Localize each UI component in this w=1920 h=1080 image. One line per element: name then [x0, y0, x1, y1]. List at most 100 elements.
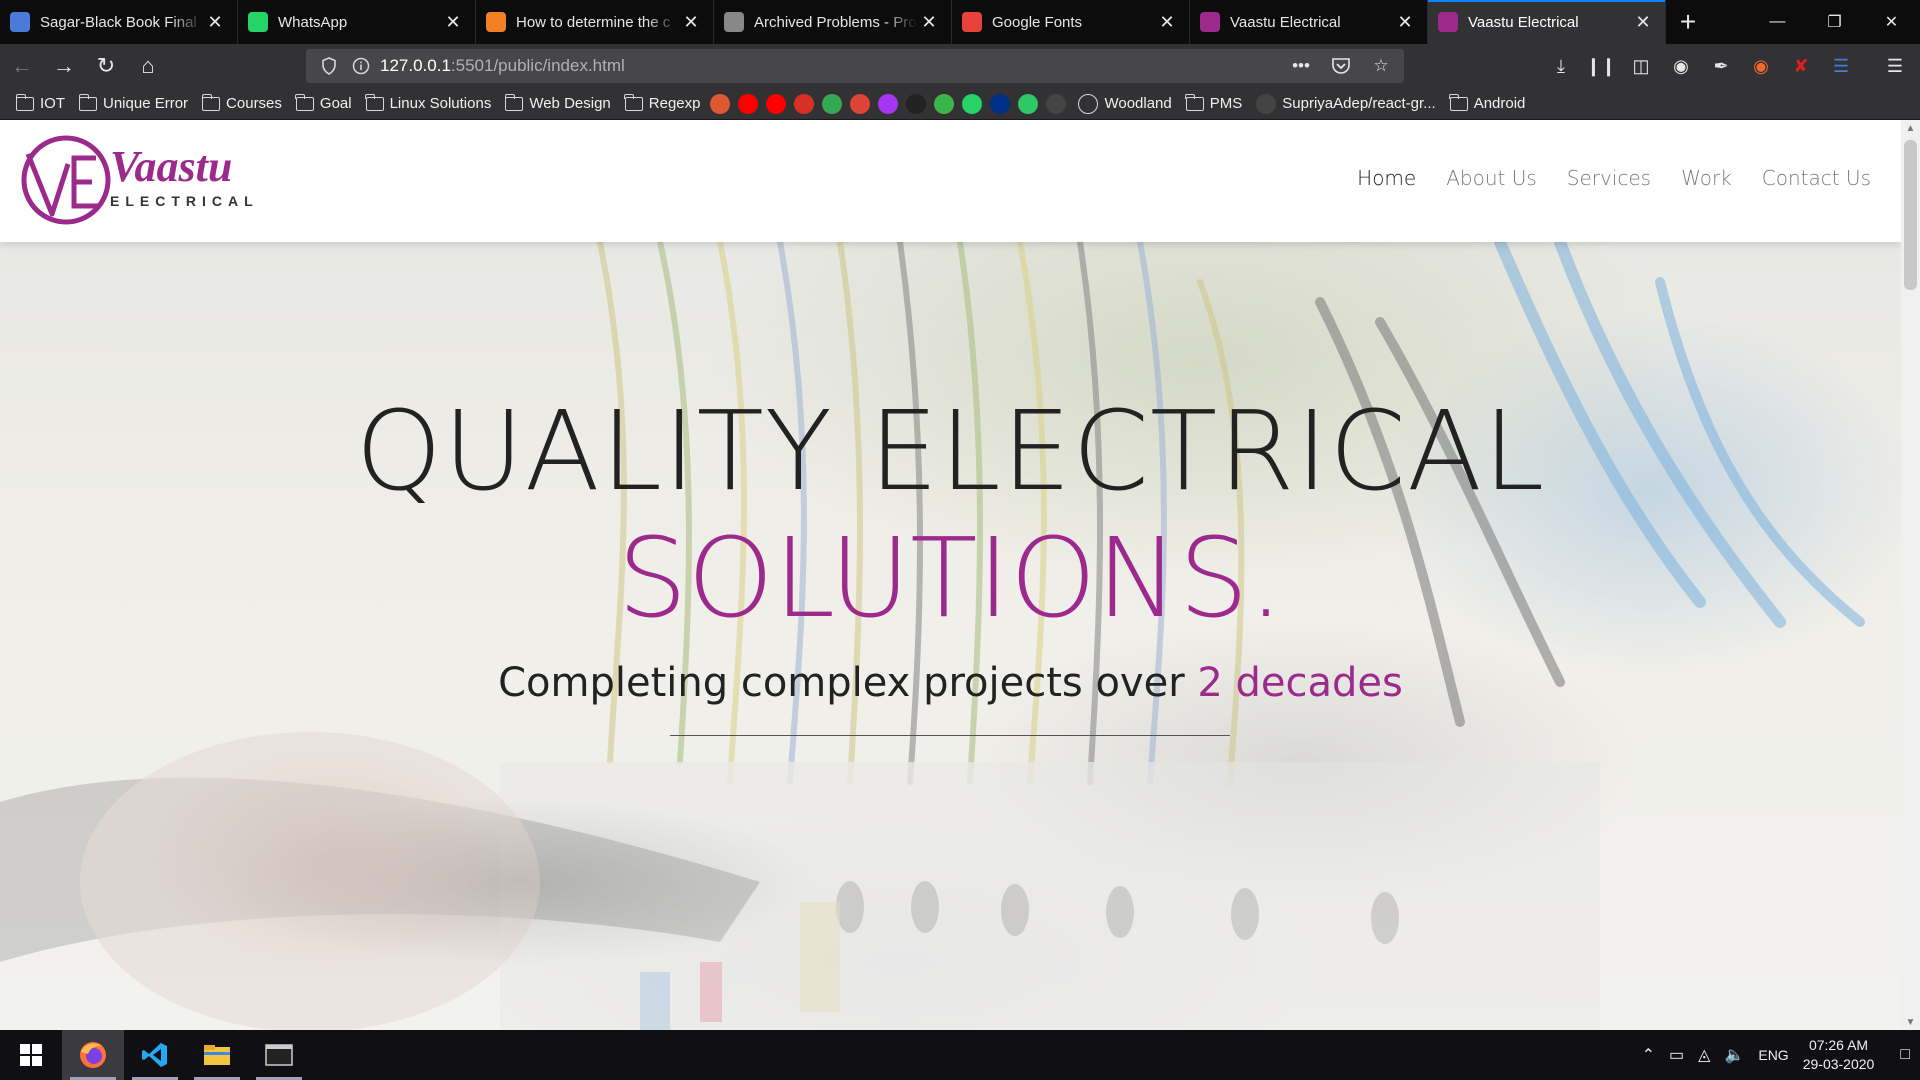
browser-tab[interactable]: How to determine the c ✕ — [476, 0, 714, 44]
nav-work[interactable]: Work — [1681, 166, 1732, 190]
tab-title: Google Fonts — [992, 13, 1083, 31]
start-button[interactable] — [0, 1030, 62, 1080]
docs-icon — [10, 12, 30, 32]
close-tab-icon[interactable]: ✕ — [1393, 10, 1417, 34]
browser-tab[interactable]: Vaastu Electrical ✕ — [1190, 0, 1428, 44]
browser-tab[interactable]: Sagar-Black Book Final ✕ — [0, 0, 238, 44]
tracking-shield-icon[interactable] — [316, 53, 342, 79]
notifications-icon[interactable]: □ — [1900, 1046, 1910, 1064]
bookmarks-bar: IOT Unique Error Courses Goal Linux Solution… — [0, 88, 1920, 120]
projecteuler-icon — [724, 12, 744, 32]
menu-icon[interactable]: ☰ — [1879, 50, 1911, 82]
site-info-icon[interactable] — [348, 53, 374, 79]
colorpick-extension-icon[interactable]: ✘ — [1785, 50, 1817, 82]
page-actions-icon[interactable]: ••• — [1286, 53, 1316, 79]
nav-contact-us[interactable]: Contact Us — [1762, 166, 1871, 190]
bookmark-label: Android — [1473, 95, 1526, 112]
bookmark-item[interactable]: Woodland — [1074, 90, 1175, 118]
volume-icon[interactable]: 🔈 — [1724, 1045, 1744, 1065]
battery-icon[interactable]: ▭ — [1669, 1045, 1684, 1065]
bookmark-item[interactable]: Web Design — [501, 90, 614, 118]
bookmark-item[interactable]: Courses — [198, 90, 286, 118]
close-tab-icon[interactable]: ✕ — [1631, 10, 1655, 34]
wifi-icon[interactable]: ◬ — [1698, 1045, 1710, 1065]
taskbar-firefox[interactable] — [62, 1030, 124, 1080]
nav-about-us[interactable]: About Us — [1446, 166, 1537, 190]
taskbar-file-explorer[interactable] — [186, 1030, 248, 1080]
home-button[interactable]: ⌂ — [128, 48, 168, 84]
url-path: :5501/public/index.html — [450, 56, 625, 75]
chrome-bookmark-icon[interactable] — [850, 93, 871, 114]
scroll-down-icon[interactable]: ▼ — [1901, 1014, 1920, 1030]
bookmark-star-icon[interactable]: ☆ — [1366, 53, 1396, 79]
back-button[interactable]: ← — [2, 48, 42, 84]
close-tab-icon[interactable]: ✕ — [1155, 10, 1179, 34]
bookmark-item[interactable]: Linux Solutions — [362, 90, 496, 118]
eyedropper-icon[interactable]: ✒ — [1705, 50, 1737, 82]
show-hidden-icons-icon[interactable]: ⌃ — [1642, 1045, 1655, 1065]
forward-button[interactable]: → — [44, 48, 84, 84]
udemy-bookmark-icon[interactable] — [878, 93, 899, 114]
url-bar[interactable]: 127.0.0.1:5501/public/index.html ••• ☆ — [306, 49, 1404, 83]
whatsapp-bookmark-icon[interactable] — [962, 93, 983, 114]
close-tab-icon[interactable]: ✕ — [203, 10, 227, 34]
sidebar-icon[interactable]: ◫ — [1625, 50, 1657, 82]
reload-button[interactable]: ↻ — [86, 48, 126, 84]
browser-tab[interactable]: WhatsApp ✕ — [238, 0, 476, 44]
scroll-up-icon[interactable]: ▲ — [1901, 120, 1920, 136]
page-scrollbar[interactable]: ▲ ▼ — [1901, 120, 1920, 1030]
hackerrank-bookmark-icon[interactable] — [1018, 93, 1039, 114]
drive-bookmark-icon[interactable] — [822, 93, 843, 114]
browser-tab[interactable]: Vaastu Electrical ✕ — [1428, 0, 1666, 44]
list-extension-icon[interactable]: ☰ — [1825, 50, 1857, 82]
tab-title: Archived Problems - Pro — [754, 13, 917, 31]
bookmark-label: Courses — [226, 95, 282, 112]
navigation-toolbar: ← → ↻ ⌂ 127.0.0.1:5501/public/index.html… — [0, 44, 1920, 88]
clock[interactable]: 07:26 AM 29-03-2020 — [1803, 1036, 1875, 1074]
bookmark-item[interactable]: Unique Error — [75, 90, 192, 118]
browser-tab[interactable]: Archived Problems - Pro ✕ — [714, 0, 952, 44]
play-bookmark-icon[interactable] — [934, 93, 955, 114]
gmail-bookmark-icon[interactable] — [794, 93, 815, 114]
paypal-bookmark-icon[interactable] — [990, 93, 1011, 114]
close-tab-icon[interactable]: ✕ — [679, 10, 703, 34]
site-logo[interactable]: Vaastu ELECTRICAL — [18, 134, 259, 226]
extension-avatar-icon[interactable]: ◉ — [1665, 50, 1697, 82]
amazon-bookmark-icon[interactable] — [906, 93, 927, 114]
restore-button[interactable]: ❐ — [1806, 0, 1863, 44]
bookmark-item[interactable]: Goal — [292, 90, 356, 118]
minimize-button[interactable]: — — [1749, 0, 1806, 44]
tagline-text: Completing complex projects over — [498, 660, 1198, 706]
tab-title: Vaastu Electrical — [1468, 13, 1579, 31]
close-window-button[interactable]: ✕ — [1863, 0, 1920, 44]
close-tab-icon[interactable]: ✕ — [917, 10, 941, 34]
close-tab-icon[interactable]: ✕ — [441, 10, 465, 34]
bookmark-label: Unique Error — [103, 95, 189, 112]
nav-services[interactable]: Services — [1567, 166, 1651, 190]
pocket-icon[interactable] — [1326, 53, 1356, 79]
logo-name: Vaastu — [110, 142, 233, 191]
system-tray: ⌃ ▭ ◬ 🔈 ENG 07:26 AM 29-03-2020 □ — [1642, 1036, 1920, 1074]
brave-extension-icon[interactable]: ◉ — [1745, 50, 1777, 82]
bookmark-item[interactable]: PMS — [1182, 90, 1247, 118]
youtube-music-bookmark-icon[interactable] — [738, 93, 759, 114]
tab-bar: Sagar-Black Book Final ✕ WhatsApp ✕ How to d… — [0, 0, 1920, 44]
downloads-icon[interactable]: ⤓ — [1545, 50, 1577, 82]
duckduckgo-bookmark-icon[interactable] — [710, 93, 731, 114]
taskbar-vscode[interactable] — [124, 1030, 186, 1080]
github-bookmark-icon[interactable] — [1046, 93, 1067, 114]
taskbar-terminal[interactable] — [248, 1030, 310, 1080]
bookmark-item[interactable]: SupriyaAdep/react-gr... — [1252, 90, 1439, 118]
bookmark-item[interactable]: IOT — [12, 90, 69, 118]
bookmark-item[interactable]: Regexp — [621, 90, 705, 118]
nav-home[interactable]: Home — [1357, 166, 1416, 190]
new-tab-button[interactable]: + — [1666, 0, 1710, 44]
language-indicator[interactable]: ENG — [1758, 1047, 1788, 1063]
library-icon[interactable]: ❙❙ — [1585, 50, 1617, 82]
scrollbar-thumb[interactable] — [1904, 140, 1917, 290]
whatsapp-icon — [248, 12, 268, 32]
bookmark-item[interactable]: Android — [1446, 90, 1530, 118]
folder-icon — [15, 93, 34, 111]
youtube-bookmark-icon[interactable] — [766, 93, 787, 114]
browser-tab[interactable]: Google Fonts ✕ — [952, 0, 1190, 44]
